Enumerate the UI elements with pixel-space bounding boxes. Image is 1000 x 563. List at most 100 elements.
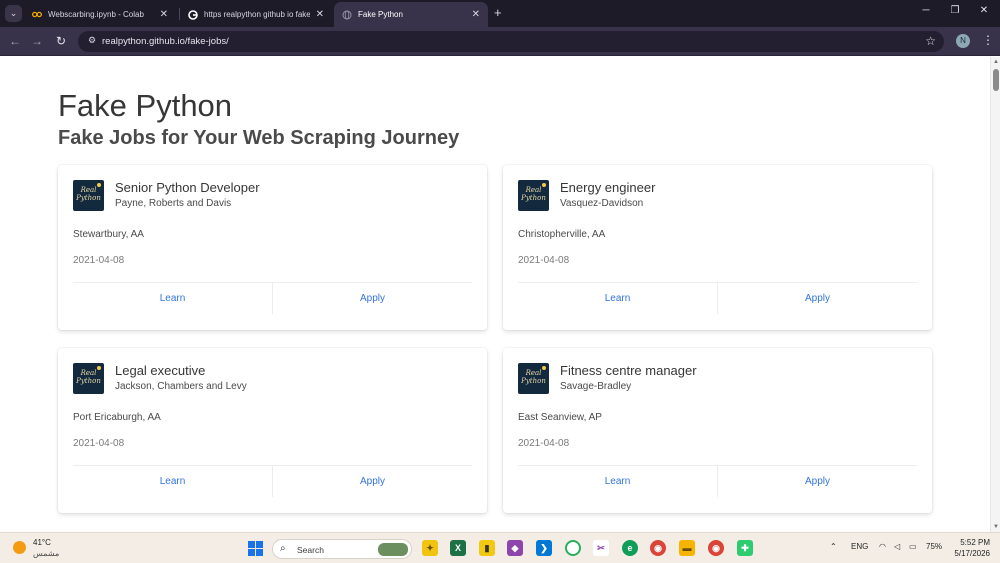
company-name: Vasquez-Davidson — [560, 198, 644, 209]
url-text[interactable]: realpython.github.io/fake-jobs/ — [102, 36, 229, 47]
learn-link[interactable]: Learn — [518, 283, 717, 314]
profile-avatar[interactable]: N — [956, 34, 970, 48]
battery-percent[interactable]: 75% — [926, 542, 942, 551]
weather-description[interactable]: مشمس — [33, 549, 59, 558]
tab-title: Webscarbing.ipynb - Colab — [48, 10, 144, 19]
globe-icon — [342, 10, 352, 20]
real-python-logo: Real Python — [73, 363, 104, 394]
learn-link[interactable]: Learn — [73, 283, 272, 314]
company-name: Jackson, Chambers and Levy — [115, 381, 247, 392]
job-title: Legal executive — [115, 363, 206, 378]
app-grid-icon[interactable]: ✚ — [737, 540, 753, 556]
logo-line: Real — [525, 186, 542, 194]
apply-link[interactable]: Apply — [272, 283, 472, 314]
card-footer: Learn Apply — [518, 282, 917, 314]
job-location: East Seanview, AP — [518, 412, 602, 423]
job-location: Christopherville, AA — [518, 229, 606, 240]
real-python-logo: Real Python — [73, 180, 104, 211]
close-tab-icon[interactable]: ✕ — [316, 9, 324, 20]
colab-icon — [32, 10, 42, 20]
learn-link[interactable]: Learn — [518, 466, 717, 497]
logo-line: Python — [521, 194, 546, 202]
show-hidden-icons-chevron-icon[interactable]: ⌃ — [830, 542, 837, 551]
real-python-logo: Real Python — [518, 363, 549, 394]
logo-line: Real — [525, 369, 542, 377]
forward-arrow-icon[interactable]: → — [30, 34, 44, 48]
visual-studio-icon[interactable]: ◆ — [507, 540, 523, 556]
tab-search-dropdown-icon[interactable]: ⌄ — [5, 5, 22, 22]
tab-google-search[interactable]: https realpython github io fake ✕ — [180, 2, 332, 27]
sun-weather-icon[interactable] — [13, 541, 26, 554]
browser-toolbar: ← → ↻ ⚙ realpython.github.io/fake-jobs/ … — [0, 27, 1000, 56]
reload-icon[interactable]: ↻ — [54, 34, 68, 48]
windows-taskbar: 41°C مشمس ⌕ Search ✦ X ▮ ◆ ❯ ✂ e ◉ ▬ ◉ ✚… — [0, 532, 1000, 563]
job-title: Energy engineer — [560, 180, 656, 195]
scroll-up-arrow-icon[interactable]: ▲ — [993, 59, 999, 65]
close-tab-icon[interactable]: ✕ — [160, 9, 168, 20]
taskbar-search[interactable]: ⌕ Search — [272, 539, 412, 559]
weather-temperature[interactable]: 41°C — [33, 538, 51, 547]
excel-icon[interactable]: X — [450, 540, 466, 556]
clock-date[interactable]: 5/17/2026 — [945, 549, 990, 558]
logo-line: Real — [80, 186, 97, 194]
site-info-icon[interactable]: ⚙ — [86, 35, 98, 47]
search-icon: ⌕ — [280, 543, 286, 554]
logo-line: Real — [80, 369, 97, 377]
tab-fake-python[interactable]: Fake Python ✕ — [334, 2, 488, 27]
learn-link[interactable]: Learn — [73, 466, 272, 497]
address-bar[interactable]: ⚙ realpython.github.io/fake-jobs/ ☆ — [78, 31, 944, 52]
close-window-icon[interactable]: ✕ — [976, 5, 992, 16]
google-icon — [188, 9, 198, 20]
input-language[interactable]: ENG — [851, 542, 868, 551]
wifi-icon[interactable]: ◠ — [879, 542, 886, 551]
scroll-thumb[interactable] — [993, 69, 999, 91]
tab-title: Fake Python — [358, 10, 403, 19]
minimize-window-icon[interactable]: ─ — [918, 5, 934, 16]
page-scrollbar[interactable]: ▲ ▼ — [990, 57, 1000, 532]
new-tab-button[interactable]: + — [494, 6, 502, 20]
card-footer: Learn Apply — [73, 282, 472, 314]
tab-colab[interactable]: Webscarbing.ipynb - Colab ✕ — [24, 2, 176, 27]
volume-icon[interactable]: ◁ — [894, 542, 900, 551]
job-title: Fitness centre manager — [560, 363, 697, 378]
widgets-app-icon[interactable]: ✦ — [422, 540, 438, 556]
app-ring-icon[interactable] — [565, 540, 581, 556]
logo-line: Python — [521, 377, 546, 385]
page-title: Fake Python — [58, 88, 233, 123]
apply-link[interactable]: Apply — [717, 283, 917, 314]
power-bi-icon[interactable]: ▮ — [479, 540, 495, 556]
job-card: Real Python Legal executive Jackson, Cham… — [58, 348, 487, 513]
apply-link[interactable]: Apply — [272, 466, 472, 497]
job-location: Stewartbury, AA — [73, 229, 144, 240]
chrome-icon[interactable]: ◉ — [650, 540, 666, 556]
snipping-tool-icon[interactable]: ✂ — [593, 540, 609, 556]
real-python-logo: Real Python — [518, 180, 549, 211]
web-page: Fake Python Fake Jobs for Your Web Scrap… — [0, 57, 990, 532]
posted-date: 2021-04-08 — [518, 255, 570, 266]
job-title: Senior Python Developer — [115, 180, 260, 195]
browser-menu-icon[interactable]: ⋮ — [982, 33, 994, 47]
scroll-down-arrow-icon[interactable]: ▼ — [993, 524, 999, 530]
chrome-profile-icon[interactable]: ◉ — [708, 540, 724, 556]
clock-time[interactable]: 5:52 PM — [950, 538, 990, 547]
vscode-icon[interactable]: ❯ — [536, 540, 552, 556]
company-name: Payne, Roberts and Davis — [115, 198, 232, 209]
back-arrow-icon[interactable]: ← — [8, 34, 22, 48]
bookmark-star-icon[interactable]: ☆ — [925, 34, 936, 48]
job-card: Real Python Senior Python Developer Payne… — [58, 165, 487, 330]
posted-date: 2021-04-08 — [518, 438, 570, 449]
battery-icon[interactable]: ▭ — [909, 542, 917, 551]
file-explorer-icon[interactable]: ▬ — [679, 540, 695, 556]
posted-date: 2021-04-08 — [73, 255, 125, 266]
company-name: Savage-Bradley — [560, 381, 632, 392]
close-tab-icon[interactable]: ✕ — [472, 9, 480, 20]
maximize-window-icon[interactable]: ❐ — [947, 5, 963, 16]
search-highlight-image — [378, 543, 408, 556]
tab-title: https realpython github io fake — [204, 10, 310, 19]
job-card: Real Python Fitness centre manager Savage… — [503, 348, 932, 513]
edge-icon[interactable]: e — [622, 540, 638, 556]
job-location: Port Ericaburgh, AA — [73, 412, 161, 423]
logo-line: Python — [76, 377, 101, 385]
windows-start-icon[interactable] — [248, 541, 263, 556]
apply-link[interactable]: Apply — [717, 466, 917, 497]
